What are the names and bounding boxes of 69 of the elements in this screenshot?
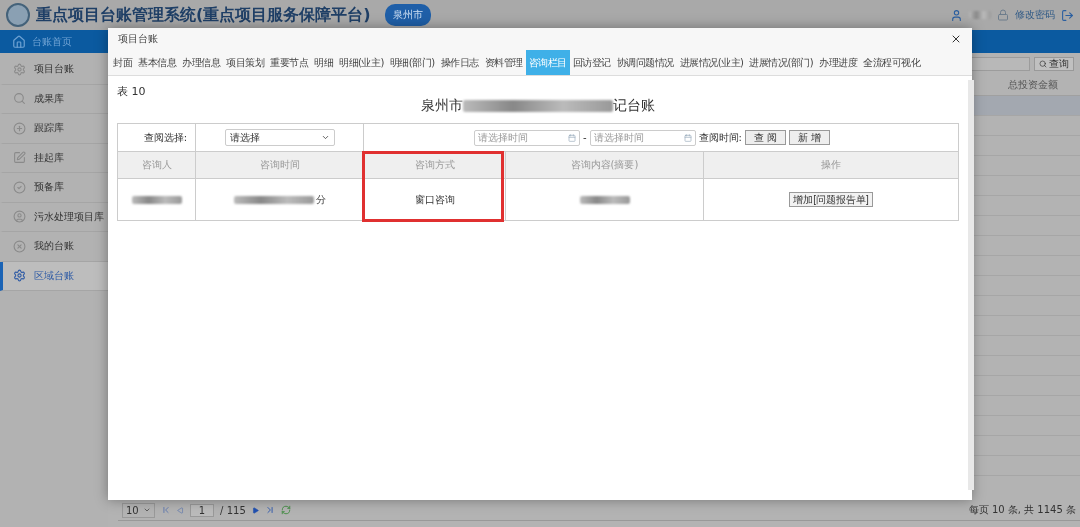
- column-header: 咨询时间: [196, 152, 364, 179]
- caret-icon: [142, 506, 151, 514]
- tab[interactable]: 协调问题情况: [613, 50, 677, 75]
- tab[interactable]: 办理信息: [179, 50, 223, 75]
- page-size-select[interactable]: 10: [122, 502, 155, 518]
- sidebar-item-icon: [13, 210, 26, 224]
- sidebar-item-icon: [13, 239, 26, 253]
- previous-page-icon[interactable]: [176, 506, 184, 514]
- dialog-title: 项目台账: [118, 32, 158, 46]
- date-separator: -: [583, 132, 587, 143]
- tab[interactable]: 重要节点: [267, 50, 311, 75]
- user-icon[interactable]: [950, 8, 963, 22]
- logo-icon: [6, 3, 30, 27]
- time-label: 查阅时间:: [698, 130, 742, 145]
- page-input[interactable]: 1: [189, 503, 215, 517]
- region-badge: 泉州市: [384, 4, 431, 26]
- tab[interactable]: 明细(业主): [336, 50, 387, 75]
- tab[interactable]: 回访登记: [569, 50, 614, 75]
- app-title: 重点项目台账管理系统(重点项目服务保障平台): [36, 4, 371, 26]
- add-report-button[interactable]: 增加[问题报告单]: [789, 192, 873, 207]
- caret-icon: [320, 133, 330, 142]
- tab[interactable]: 明细: [311, 50, 336, 75]
- tab[interactable]: 进展情况(部门): [746, 50, 817, 75]
- cell-text: 分: [315, 192, 326, 207]
- first-page-icon[interactable]: [160, 505, 171, 515]
- page-total: / 115: [220, 504, 246, 516]
- column-header: 咨询内容(摘要): [506, 152, 704, 179]
- pager-summary: 每页 10 条, 共 1145 条: [968, 503, 1076, 517]
- tab[interactable]: 进展情况(业主): [676, 50, 747, 75]
- sidebar-item-icon: [13, 180, 26, 194]
- search-button[interactable]: 查询: [1034, 57, 1074, 71]
- redacted-text: [579, 195, 630, 204]
- tab[interactable]: 全流程可视化: [860, 50, 924, 75]
- column-header: 咨询方式: [364, 152, 506, 179]
- sidebar-item-icon: [13, 151, 26, 165]
- sidebar-item-icon: [13, 121, 26, 135]
- search-icon: [1039, 60, 1047, 68]
- column-header: 咨询人: [118, 152, 196, 179]
- tab[interactable]: 办理进度: [816, 50, 861, 75]
- last-page-icon[interactable]: [264, 505, 275, 515]
- add-button[interactable]: 新 增: [788, 130, 830, 145]
- tab[interactable]: 项目策划: [223, 50, 267, 75]
- tab[interactable]: 封面: [110, 50, 135, 75]
- calendar-icon[interactable]: [568, 133, 576, 142]
- sidebar-item[interactable]: 区域台账: [0, 261, 108, 291]
- heading-text: 记台账: [613, 97, 655, 115]
- lock-icon[interactable]: [997, 9, 1009, 21]
- sidebar-item-icon: [13, 92, 26, 106]
- sidebar-item-icon: [13, 269, 26, 283]
- tab[interactable]: 基本信息: [135, 50, 179, 75]
- redacted-text: [969, 11, 991, 19]
- next-page-icon[interactable]: [251, 506, 259, 514]
- tab[interactable]: 明细(部门): [386, 50, 438, 75]
- refresh-icon[interactable]: [280, 505, 291, 515]
- logout-icon[interactable]: [1061, 8, 1074, 22]
- calendar-icon[interactable]: [683, 133, 692, 142]
- heading-text: 泉州市: [421, 97, 463, 115]
- redacted-text: [131, 195, 182, 204]
- table-caption: 表 10: [117, 84, 147, 99]
- query-select[interactable]: 请选择: [224, 129, 335, 146]
- query-button[interactable]: 查 阅: [745, 130, 786, 145]
- tab[interactable]: 操作日志: [437, 50, 482, 75]
- home-icon: [12, 34, 26, 49]
- tab[interactable]: 资料管理: [481, 50, 526, 75]
- table-cell: 窗口咨询: [364, 179, 506, 221]
- scrollbar[interactable]: [968, 80, 974, 490]
- close-icon[interactable]: [950, 33, 962, 45]
- sidebar-item-icon: [13, 62, 26, 76]
- column-header: 操作: [704, 152, 959, 179]
